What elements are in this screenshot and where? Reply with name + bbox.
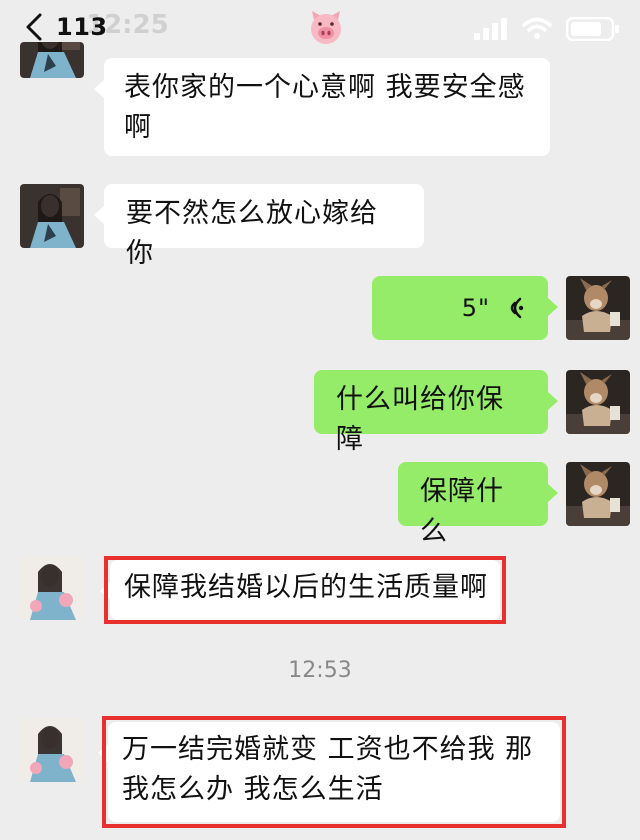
message-bubble[interactable]: 什么叫给你保障 (314, 370, 558, 455)
voice-message-bubble[interactable]: 5" (372, 276, 558, 340)
highlight-box (104, 556, 506, 624)
avatar[interactable] (566, 462, 630, 526)
voice-duration: 5" (461, 294, 490, 322)
avatar[interactable] (566, 276, 630, 340)
avatar[interactable] (20, 556, 84, 620)
message-text: 要不然怎么放心嫁给你 (126, 198, 378, 269)
wifi-icon (522, 17, 552, 39)
voice-wave-icon (510, 297, 524, 319)
avatar[interactable] (566, 370, 630, 434)
chevron-left-icon (26, 13, 42, 41)
message-bubble[interactable]: 保障什么 (398, 462, 558, 547)
message-text: 什么叫给你保障 (336, 384, 504, 455)
message-bubble[interactable]: 表你家的一个心意啊 我要安全感 啊 (94, 58, 550, 156)
message-text: 表你家的一个心意啊 我要安全感 (124, 72, 526, 103)
pig-face-icon (311, 11, 341, 44)
battery-icon (566, 17, 619, 41)
avatar[interactable] (20, 42, 84, 78)
avatar[interactable] (20, 718, 84, 782)
signal-icon (474, 18, 507, 40)
chat-timestamp: 12:53 (288, 658, 352, 683)
message-text: 保障什么 (420, 476, 504, 547)
message-bubble[interactable]: 要不然怎么放心嫁给你 (94, 184, 424, 269)
status-bar: 113 12:25 (0, 0, 640, 54)
avatar[interactable] (20, 184, 84, 248)
status-time: 12:25 (86, 10, 169, 40)
highlight-box (102, 716, 566, 828)
message-text: 啊 (124, 112, 152, 143)
